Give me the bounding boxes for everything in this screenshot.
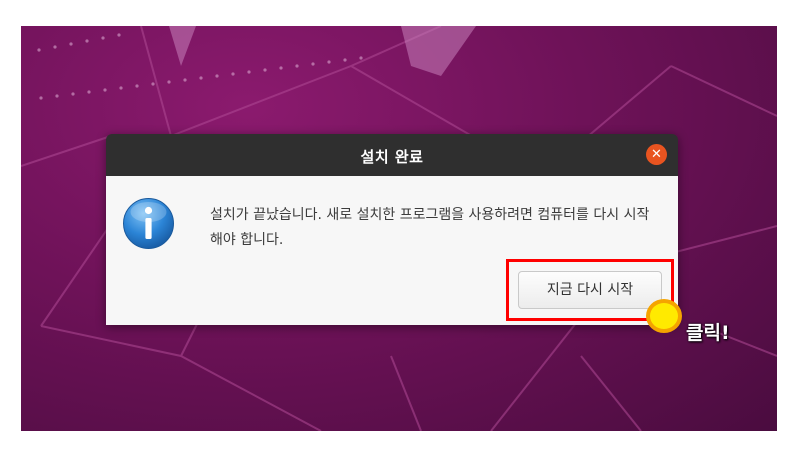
close-icon: ✕ — [651, 147, 662, 162]
close-button[interactable]: ✕ — [646, 144, 667, 165]
click-annotation-label: 클릭! — [686, 322, 730, 344]
click-cursor-icon — [646, 299, 682, 333]
dialog-titlebar: 설치 완료 ✕ — [106, 134, 678, 176]
dialog-message: 설치가 끝났습니다. 새로 설치한 프로그램을 사용하려면 컴퓨터를 다시 시작… — [210, 207, 650, 248]
information-icon — [123, 198, 174, 249]
dialog-title: 설치 완료 — [360, 148, 424, 166]
